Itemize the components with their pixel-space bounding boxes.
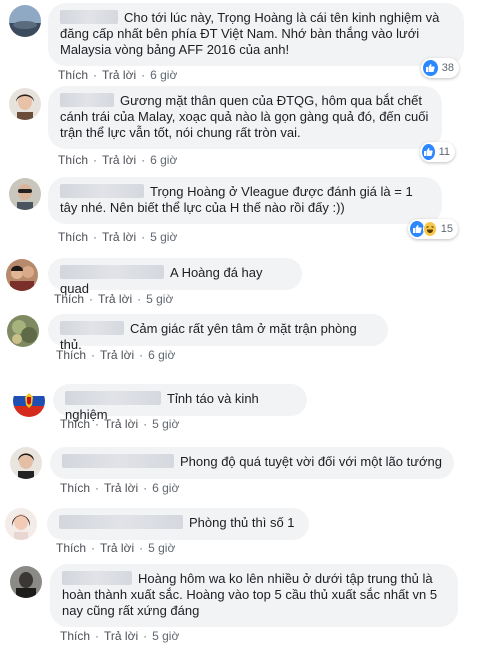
comment-item: Phòng thủ thì số 1 Thích · Trả lời · 5 giờ <box>0 500 490 561</box>
comment-item: Cho tới lúc này, Trọng Hoàng là cái tên … <box>0 0 490 82</box>
comment-actions: Thích · Trả lời · 6 giờ <box>58 68 178 82</box>
comment-time[interactable]: 5 giờ <box>150 230 177 244</box>
reactions-badge[interactable]: 15 <box>408 219 458 239</box>
commenter-name[interactable] <box>65 391 161 405</box>
comment-actions: Thích · Trả lời · 5 giờ <box>54 292 174 306</box>
avatar[interactable] <box>9 5 41 37</box>
commenter-name[interactable] <box>60 184 144 198</box>
avatar[interactable] <box>6 259 38 291</box>
like-icon <box>422 144 435 160</box>
reply-link[interactable]: Trả lời <box>100 348 134 362</box>
commenter-name[interactable] <box>62 571 132 585</box>
commenter-name[interactable] <box>60 10 118 24</box>
avatar[interactable] <box>7 315 39 347</box>
comment-actions: Thích · Trả lời · 5 giờ <box>56 541 176 555</box>
avatar[interactable] <box>10 447 42 479</box>
reaction-count: 11 <box>438 146 450 158</box>
comment-item: Trọng Hoàng ở Vleague được đánh giá là =… <box>0 172 490 252</box>
reply-link[interactable]: Trả lời <box>104 481 138 495</box>
comment-bubble: Cho tới lúc này, Trọng Hoàng là cái tên … <box>48 3 464 66</box>
comment-item: Hoàng hôm wa ko lên nhiều ở dưới tập tru… <box>0 561 490 648</box>
commenter-name[interactable] <box>59 515 183 529</box>
comment-actions: Thích · Trả lời · 6 giờ <box>58 153 178 167</box>
comment-time[interactable]: 6 giờ <box>150 153 177 167</box>
comment-bubble: Gương mặt thân quen của ĐTQG, hôm qua bắ… <box>48 86 442 149</box>
reply-link[interactable]: Trả lời <box>98 292 132 306</box>
comment-text: Phòng thủ thì số 1 <box>189 515 295 530</box>
comment-bubble: Phòng thủ thì số 1 <box>47 508 309 540</box>
like-link[interactable]: Thích <box>56 541 86 555</box>
comment-actions: Thích · Trả lời · 5 giờ <box>60 417 180 431</box>
haha-icon <box>422 221 437 237</box>
like-link[interactable]: Thích <box>54 292 84 306</box>
comment-bubble: Trọng Hoàng ở Vleague được đánh giá là =… <box>48 177 442 224</box>
commenter-name[interactable] <box>60 321 124 335</box>
comment-bubble: Phong độ quá tuyệt vời đối với một lão t… <box>50 447 454 479</box>
comment-time[interactable]: 5 giờ <box>146 292 173 306</box>
comment-item: Cảm giác rất yên tâm ở mặt trận phòng th… <box>0 312 490 372</box>
comment-item: Gương mặt thân quen của ĐTQG, hôm qua bắ… <box>0 82 490 172</box>
comment-time[interactable]: 5 giờ <box>152 629 179 643</box>
comment-actions: Thích · Trả lời · 5 giờ <box>60 629 180 643</box>
comment-actions: Thích · Trả lời · 5 giờ <box>58 230 178 244</box>
comment-time[interactable]: 6 giờ <box>148 348 175 362</box>
avatar[interactable] <box>5 508 37 540</box>
reply-link[interactable]: Trả lời <box>100 541 134 555</box>
comment-time[interactable]: 6 giờ <box>150 68 177 82</box>
comment-actions: Thích · Trả lời · 6 giờ <box>60 481 180 495</box>
comment-item: A Hoàng đá hay quad Thích · Trả lời · 5 giờ <box>0 252 490 312</box>
comment-bubble: Cảm giác rất yên tâm ở mặt trận phòng th… <box>48 314 388 352</box>
reactions-badge[interactable]: 38 <box>421 58 459 78</box>
like-icon <box>423 60 438 76</box>
commenter-name[interactable] <box>60 265 164 279</box>
comment-bubble: A Hoàng đá hay quad <box>48 258 302 296</box>
comment-item: Phong độ quá tuyệt vời đối với một lão t… <box>0 437 490 500</box>
avatar[interactable] <box>9 178 41 210</box>
avatar[interactable] <box>9 88 41 120</box>
reply-link[interactable]: Trả lời <box>104 417 138 431</box>
reaction-count: 15 <box>440 223 453 235</box>
like-link[interactable]: Thích <box>56 348 86 362</box>
comment-bubble: Hoàng hôm wa ko lên nhiều ở dưới tập tru… <box>50 564 458 627</box>
comment-item: Tỉnh táo và kinh nghiệm Thích · Trả lời · 5 … <box>0 372 490 437</box>
comment-time[interactable]: 5 giờ <box>152 417 179 431</box>
like-link[interactable]: Thích <box>60 481 90 495</box>
comment-actions: Thích · Trả lời · 6 giờ <box>56 348 176 362</box>
reaction-count: 38 <box>441 62 454 74</box>
avatar[interactable] <box>13 385 45 417</box>
reply-link[interactable]: Trả lời <box>102 230 136 244</box>
comment-bubble: Tỉnh táo và kinh nghiệm <box>53 384 307 422</box>
like-link[interactable]: Thích <box>60 417 90 431</box>
reply-link[interactable]: Trả lời <box>102 153 136 167</box>
like-link[interactable]: Thích <box>60 629 90 643</box>
comment-text: Gương mặt thân quen của ĐTQG, hôm qua bắ… <box>60 93 429 140</box>
commenter-name[interactable] <box>62 454 174 468</box>
like-link[interactable]: Thích <box>58 230 88 244</box>
like-icon <box>410 221 424 237</box>
comment-text: Phong độ quá tuyệt vời đối với một lão t… <box>180 454 442 469</box>
comment-time[interactable]: 6 giờ <box>152 481 179 495</box>
reply-link[interactable]: Trả lời <box>104 629 138 643</box>
comment-time[interactable]: 5 giờ <box>148 541 175 555</box>
like-link[interactable]: Thích <box>58 153 88 167</box>
reply-link[interactable]: Trả lời <box>102 68 136 82</box>
reactions-badge[interactable]: 11 <box>420 142 455 162</box>
commenter-name[interactable] <box>60 93 114 107</box>
like-link[interactable]: Thích <box>58 68 88 82</box>
avatar[interactable] <box>10 566 42 598</box>
